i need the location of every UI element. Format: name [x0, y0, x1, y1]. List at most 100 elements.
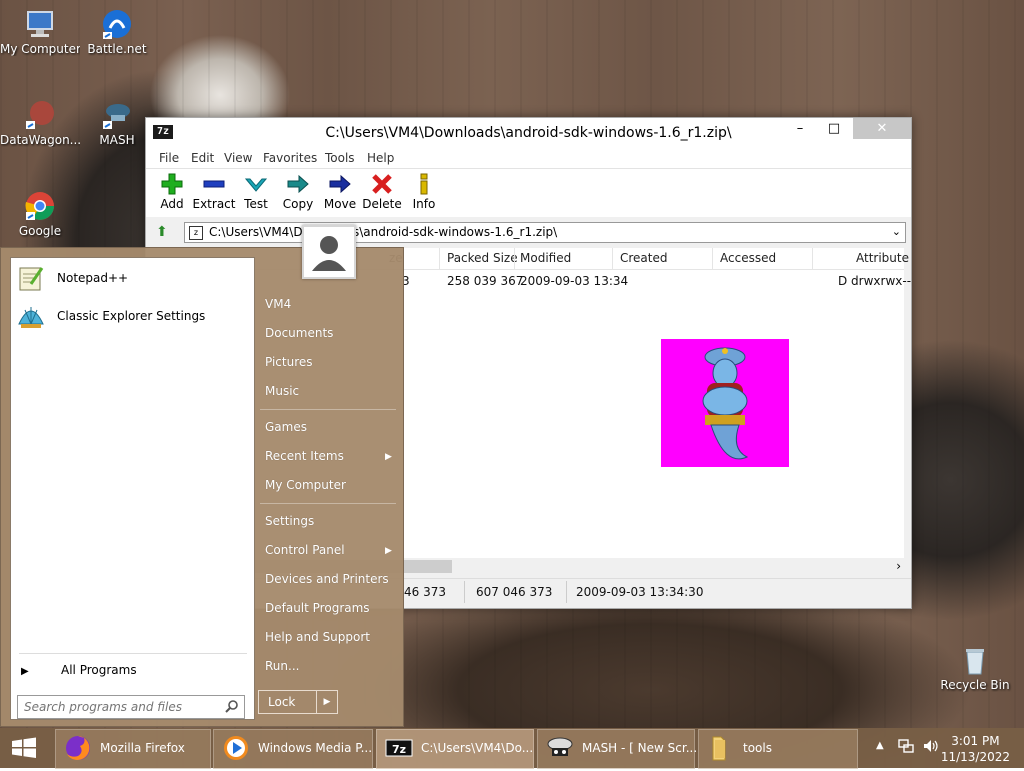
pinned-programs-panel: Notepad++ Classic Explorer Settings ▶ All… — [10, 257, 255, 720]
menu-edit[interactable]: Edit — [191, 151, 214, 165]
move-arrow-icon — [329, 173, 351, 195]
battle-net-icon — [101, 8, 133, 40]
divider — [260, 503, 396, 504]
folder-icon — [707, 734, 735, 762]
start-item-user[interactable]: VM4 — [265, 297, 291, 311]
extract-button[interactable]: Extract — [192, 173, 236, 211]
network-icon[interactable] — [898, 738, 914, 757]
firefox-icon — [64, 734, 92, 762]
test-button[interactable]: Test — [234, 173, 278, 211]
genie-image — [661, 339, 789, 467]
start-button[interactable] — [0, 728, 48, 768]
copy-button[interactable]: Copy — [276, 173, 320, 211]
pinned-notepad-plus-plus[interactable]: Notepad++ — [17, 264, 247, 294]
menu-file[interactable]: File — [159, 151, 179, 165]
triangle-right-icon: ▶ — [385, 452, 392, 462]
status-packed: 607 046 373 — [476, 585, 553, 599]
search-box[interactable] — [17, 695, 245, 719]
classic-shell-icon — [17, 302, 45, 330]
start-item-run[interactable]: Run... — [265, 659, 299, 673]
windows-logo-icon — [12, 737, 36, 758]
start-item-pictures[interactable]: Pictures — [265, 355, 313, 369]
up-folder-icon[interactable]: ⬆ — [156, 225, 170, 239]
7zip-icon: 7z — [385, 734, 413, 762]
minimize-button[interactable]: – — [785, 118, 815, 139]
menu-tools[interactable]: Tools — [325, 151, 355, 165]
delete-icon — [371, 173, 393, 195]
system-tray: ▲ 3:01 PM 11/13/2022 — [870, 728, 1024, 768]
taskbar-media-player[interactable]: Windows Media P... — [213, 729, 373, 769]
mash-icon — [546, 734, 574, 762]
close-button[interactable]: ✕ — [853, 118, 911, 139]
computer-icon — [24, 8, 56, 40]
chevron-down-icon[interactable]: ⌄ — [892, 225, 901, 238]
menu-view[interactable]: View — [224, 151, 252, 165]
clock-time: 3:01 PM — [951, 734, 1000, 748]
address-field[interactable]: z C:\Users\VM4\Downloads\android-sdk-win… — [184, 222, 906, 243]
divider — [260, 409, 396, 410]
svg-text:7z: 7z — [392, 743, 406, 756]
start-item-documents[interactable]: Documents — [265, 326, 333, 340]
column-created[interactable]: Created — [620, 251, 668, 265]
user-avatar[interactable] — [302, 225, 356, 279]
lock-button[interactable]: Lock ▶ — [258, 690, 338, 714]
info-button[interactable]: Info — [402, 173, 446, 211]
start-item-games[interactable]: Games — [265, 420, 307, 434]
minus-icon — [203, 173, 225, 195]
media-player-icon — [222, 734, 250, 762]
start-item-devices-printers[interactable]: Devices and Printers — [265, 572, 389, 586]
desktop-icon-google-chrome[interactable]: Google Chrome — [0, 184, 80, 238]
start-item-music[interactable]: Music — [265, 384, 299, 398]
datawagon-icon — [24, 99, 56, 131]
column-modified[interactable]: Modified — [520, 251, 571, 265]
column-packed-size[interactable]: Packed Size — [447, 251, 518, 265]
clock-date: 11/13/2022 — [940, 750, 1010, 764]
start-item-default-programs[interactable]: Default Programs — [265, 601, 370, 615]
zip-file-icon: z — [189, 226, 203, 240]
desktop-icon-datawagon[interactable]: DataWagon... — [0, 93, 80, 147]
taskbar-7zip[interactable]: 7z C:\Users\VM4\Do... — [376, 729, 534, 769]
row-modified: 2009-09-03 13:34 — [520, 274, 629, 288]
start-item-help-support[interactable]: Help and Support — [265, 630, 370, 644]
chevron-right-icon[interactable]: › — [896, 559, 901, 573]
search-icon[interactable] — [225, 699, 239, 713]
chevron-up-icon[interactable]: ▲ — [876, 740, 884, 751]
triangle-right-icon: ▶ — [21, 666, 29, 677]
info-icon — [413, 173, 435, 195]
desktop-icon-recycle-bin[interactable]: Recycle Bin — [935, 638, 1015, 692]
start-item-control-panel[interactable]: Control Panel — [265, 543, 345, 557]
mash-icon — [101, 99, 133, 131]
triangle-right-icon[interactable]: ▶ — [316, 691, 337, 713]
menu-bar: File Edit View Favorites Tools Help — [146, 148, 911, 169]
pinned-classic-explorer-settings[interactable]: Classic Explorer Settings — [17, 302, 247, 332]
move-button[interactable]: Move — [318, 173, 362, 211]
taskbar-tools-folder[interactable]: tools — [698, 729, 858, 769]
taskbar-mash[interactable]: MASH - [ New Scr... — [537, 729, 697, 769]
add-button[interactable]: Add — [150, 173, 194, 211]
recycle-bin-icon — [959, 644, 991, 676]
maximize-button[interactable]: □ — [819, 118, 849, 139]
clock[interactable]: 3:01 PM 11/13/2022 — [941, 733, 1010, 765]
row-attributes: D drwxrwx-- — [838, 274, 912, 288]
title-bar[interactable]: 7z C:\Users\VM4\Downloads\android-sdk-wi… — [146, 118, 911, 148]
row-packed-size: 258 039 367 — [447, 274, 524, 288]
search-input[interactable] — [18, 696, 226, 718]
all-programs-item[interactable]: ▶ All Programs — [21, 663, 137, 677]
delete-button[interactable]: Delete — [360, 173, 404, 211]
menu-favorites[interactable]: Favorites — [263, 151, 317, 165]
taskbar: Mozilla Firefox Windows Media P... 7z C:… — [0, 728, 1024, 769]
desktop-icon-battle-net[interactable]: Battle.net — [77, 2, 157, 56]
desktop-icon-my-computer[interactable]: My Computer — [0, 2, 80, 56]
column-attributes[interactable]: Attribute — [856, 251, 909, 265]
start-item-settings[interactable]: Settings — [265, 514, 314, 528]
address-bar: ⬆ z C:\Users\VM4\Downloads\android-sdk-w… — [146, 220, 911, 244]
volume-icon[interactable] — [922, 738, 940, 757]
copy-arrow-icon — [287, 173, 309, 195]
taskbar-firefox[interactable]: Mozilla Firefox — [55, 729, 211, 769]
start-item-recent-items[interactable]: Recent Items — [265, 449, 344, 463]
check-icon — [244, 173, 268, 195]
start-item-my-computer[interactable]: My Computer — [265, 478, 346, 492]
column-accessed[interactable]: Accessed — [720, 251, 776, 265]
menu-help[interactable]: Help — [367, 151, 394, 165]
triangle-right-icon: ▶ — [385, 546, 392, 556]
